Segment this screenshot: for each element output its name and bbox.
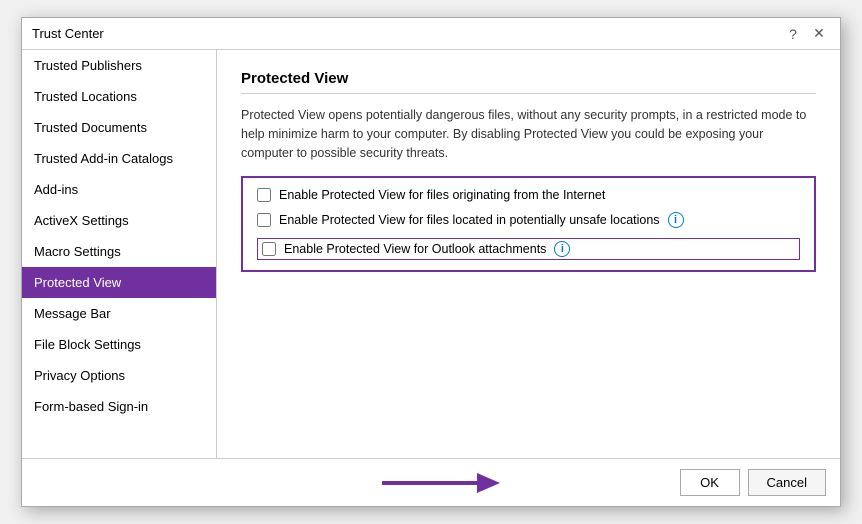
info-icon-opt-unsafe-locations[interactable]: i [668, 212, 684, 228]
sidebar-item-trusted-documents[interactable]: Trusted Documents [22, 112, 216, 143]
sidebar-item-trusted-publishers[interactable]: Trusted Publishers [22, 50, 216, 81]
cancel-button[interactable]: Cancel [748, 469, 826, 496]
sidebar: Trusted PublishersTrusted LocationsTrust… [22, 50, 217, 458]
label-opt-unsafe-locations[interactable]: Enable Protected View for files located … [279, 213, 660, 227]
sidebar-item-trusted-add-in-catalogs[interactable]: Trusted Add-in Catalogs [22, 143, 216, 174]
sidebar-item-trusted-locations[interactable]: Trusted Locations [22, 81, 216, 112]
sidebar-item-protected-view[interactable]: Protected View [22, 267, 216, 298]
section-title: Protected View [241, 70, 816, 94]
description-text: Protected View opens potentially dangero… [241, 106, 816, 162]
help-button[interactable]: ? [782, 23, 804, 45]
label-opt-outlook[interactable]: Enable Protected View for Outlook attach… [284, 242, 546, 256]
dialog-footer: OK Cancel [22, 458, 840, 506]
options-box: Enable Protected View for files originat… [241, 176, 816, 272]
checkbox-opt-outlook[interactable] [262, 242, 276, 256]
checkbox-opt-unsafe-locations[interactable] [257, 213, 271, 227]
sidebar-item-privacy-options[interactable]: Privacy Options [22, 360, 216, 391]
sidebar-item-add-ins[interactable]: Add-ins [22, 174, 216, 205]
arrow-container [382, 467, 502, 499]
close-button[interactable]: ✕ [808, 23, 830, 45]
info-icon-opt-outlook[interactable]: i [554, 241, 570, 257]
sidebar-item-macro-settings[interactable]: Macro Settings [22, 236, 216, 267]
arrow-icon [382, 467, 502, 499]
trust-center-dialog: Trust Center ? ✕ Trusted PublishersTrust… [21, 17, 841, 507]
checkbox-opt-internet[interactable] [257, 188, 271, 202]
dialog-title: Trust Center [32, 26, 104, 41]
sidebar-item-message-bar[interactable]: Message Bar [22, 298, 216, 329]
option-row-opt-unsafe-locations: Enable Protected View for files located … [257, 212, 800, 228]
titlebar-controls: ? ✕ [782, 23, 830, 45]
sidebar-item-file-block-settings[interactable]: File Block Settings [22, 329, 216, 360]
titlebar: Trust Center ? ✕ [22, 18, 840, 50]
option-row-opt-outlook: Enable Protected View for Outlook attach… [257, 238, 800, 260]
main-content: Protected View Protected View opens pote… [217, 50, 840, 458]
dialog-body: Trusted PublishersTrusted LocationsTrust… [22, 50, 840, 458]
sidebar-item-activex-settings[interactable]: ActiveX Settings [22, 205, 216, 236]
ok-button[interactable]: OK [680, 469, 740, 496]
label-opt-internet[interactable]: Enable Protected View for files originat… [279, 188, 605, 202]
sidebar-item-form-based-sign-in[interactable]: Form-based Sign-in [22, 391, 216, 422]
option-row-opt-internet: Enable Protected View for files originat… [257, 188, 800, 202]
